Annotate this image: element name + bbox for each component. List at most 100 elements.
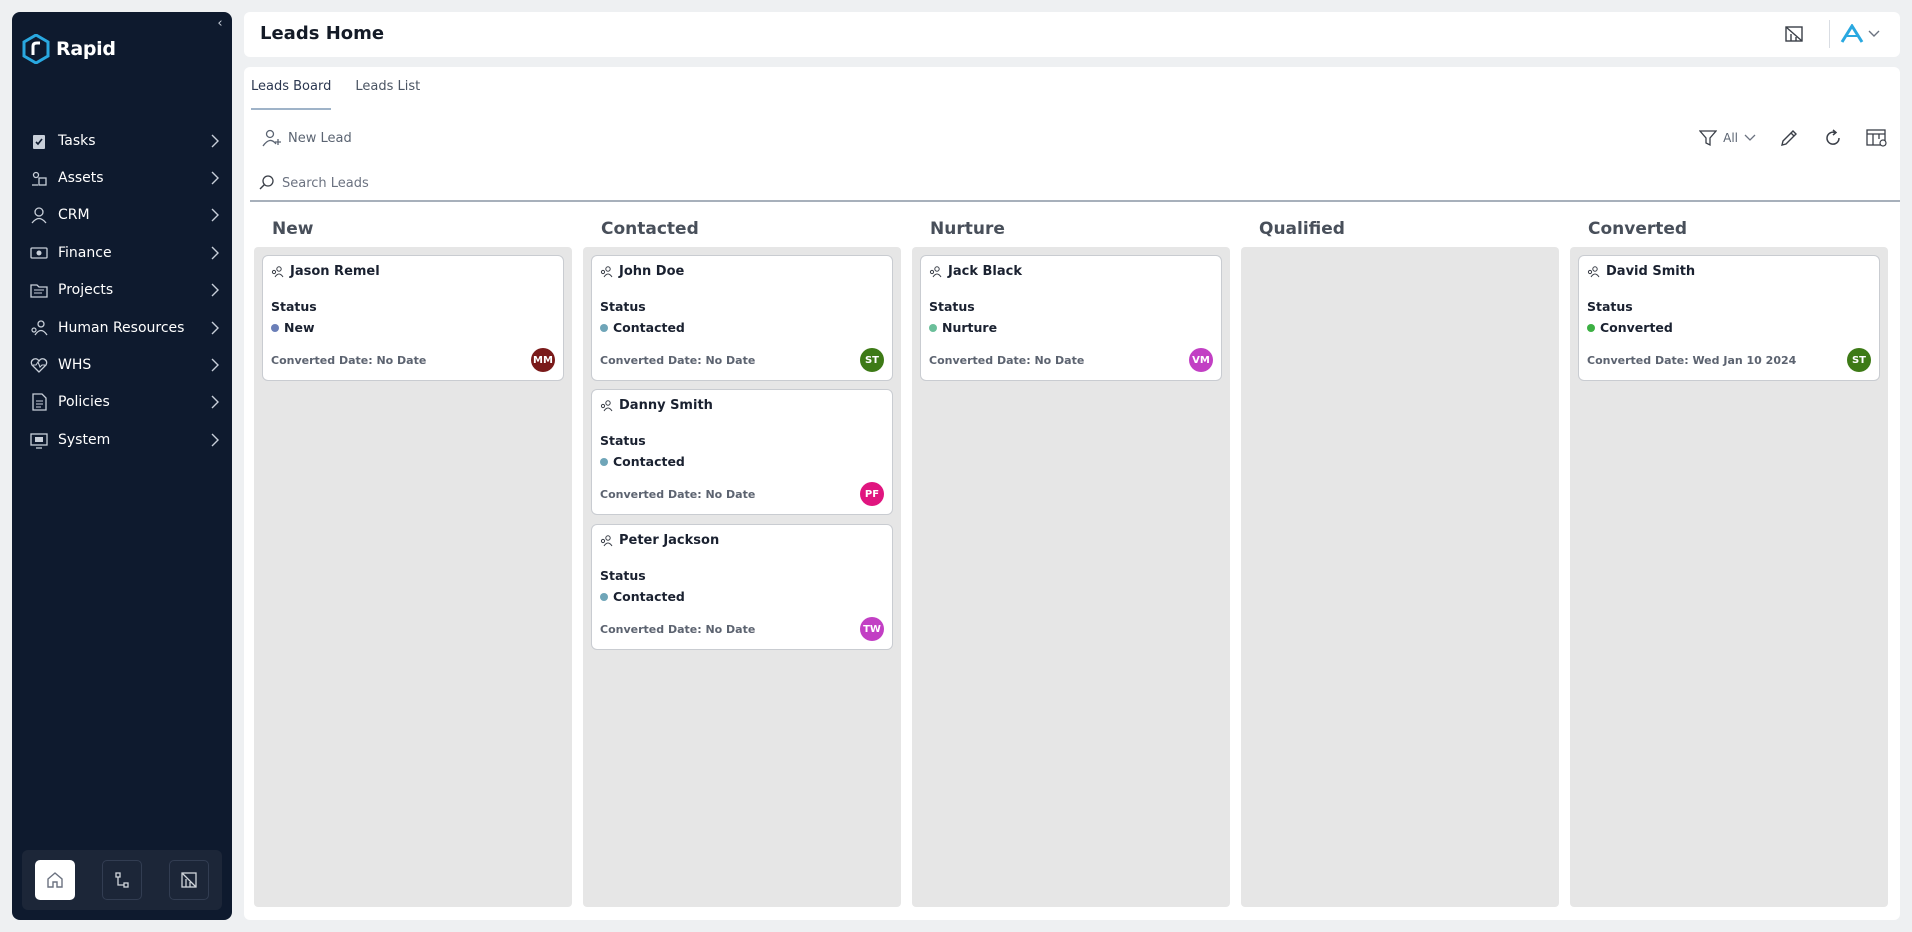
avatar[interactable]: MM (531, 348, 555, 372)
board-button[interactable] (168, 860, 209, 900)
status-badge: Nurture (929, 320, 997, 335)
chevron-right-icon (211, 433, 219, 447)
status-badge: Converted (1587, 320, 1673, 335)
chevron-down-icon (1868, 30, 1880, 37)
chevron-right-icon (211, 358, 219, 372)
column-title: New (272, 219, 314, 239)
main-panel: Leads Board Leads List New Lead All NewJ… (244, 67, 1900, 920)
lead-card[interactable]: Peter Jackson Status Contacted Converted Da… (591, 524, 893, 650)
home-icon (47, 872, 64, 888)
column-converted: Converted David Smith Status Converted Conve… (1570, 209, 1888, 907)
sidebar-item-policies[interactable]: Policies (12, 384, 232, 421)
card-header: John Doe (600, 264, 684, 279)
status-label: Status (929, 299, 975, 314)
lead-card[interactable]: Jack Black Status Nurture Converted Date: N… (920, 255, 1222, 381)
user-logo-icon (1840, 24, 1864, 43)
avatar[interactable]: PF (860, 482, 884, 506)
board-toolbar: All (1699, 127, 1888, 149)
status-dot (271, 323, 279, 332)
converted-date: Converted Date: No Date (600, 488, 756, 501)
status-badge: New (271, 320, 315, 335)
workflow-button[interactable] (101, 860, 142, 900)
lead-name[interactable]: David Smith (1606, 264, 1695, 279)
converted-date: Converted Date: No Date (600, 623, 756, 636)
lead-card[interactable]: John Doe Status Contacted Converted Date: N… (591, 255, 893, 381)
sidebar-item-label: System (58, 431, 111, 448)
column-body[interactable] (1241, 247, 1559, 907)
user-menu[interactable] (1840, 22, 1890, 46)
sidebar-item-human-resources[interactable]: Human Resources (12, 309, 232, 346)
column-body[interactable]: John Doe Status Contacted Converted Date: N… (583, 247, 901, 907)
avatar[interactable]: ST (860, 348, 884, 372)
sidebar-item-label: Finance (58, 244, 112, 261)
refresh-button[interactable] (1822, 127, 1844, 149)
sidebar-item-crm[interactable]: CRM (12, 197, 232, 234)
avatar[interactable]: VM (1189, 348, 1213, 372)
tab-leads-board[interactable]: Leads Board (251, 79, 332, 110)
logo[interactable]: Rapid (22, 34, 116, 64)
chevron-right-icon (211, 171, 219, 185)
status-value: Converted (1600, 320, 1673, 335)
document-icon (32, 393, 47, 412)
money-icon (30, 247, 48, 259)
converted-date: Converted Date: No Date (600, 354, 756, 367)
lead-card[interactable]: Danny Smith Status Contacted Converted Date… (591, 389, 893, 515)
chevron-right-icon (211, 208, 219, 222)
column-contacted: Contacted John Doe Status Contacted Converte… (583, 209, 901, 907)
status-label: Status (271, 299, 317, 314)
home-button[interactable] (35, 860, 76, 900)
lead-name[interactable]: John Doe (619, 264, 684, 279)
people-icon (31, 319, 48, 336)
lead-name[interactable]: Peter Jackson (619, 533, 719, 548)
sidebar-item-assets[interactable]: Assets (12, 159, 232, 196)
chevron-right-icon (211, 246, 219, 260)
workflow-icon (115, 872, 129, 888)
filter-dropdown[interactable]: All (1699, 129, 1756, 147)
sidebar-item-tasks[interactable]: Tasks (12, 122, 232, 159)
collapse-sidebar-icon[interactable]: ‹ (212, 16, 228, 32)
sidebar-item-projects[interactable]: Projects (12, 272, 232, 309)
status-dot (600, 592, 608, 601)
converted-date: Converted Date: No Date (271, 354, 427, 367)
status-badge: Contacted (600, 454, 685, 469)
lead-card[interactable]: David Smith Status Converted Converted Date… (1578, 255, 1880, 381)
tab-leads-list[interactable]: Leads List (355, 79, 420, 110)
card-header: Jason Remel (271, 264, 380, 279)
sidebar-item-system[interactable]: System (12, 421, 232, 458)
avatar[interactable]: TW (860, 617, 884, 641)
card-header: Jack Black (929, 264, 1022, 279)
lead-icon (271, 265, 284, 277)
column-body[interactable]: Jason Remel Status New Converted Date: No D… (254, 247, 572, 907)
sidebar-item-label: Tasks (58, 132, 96, 149)
avatar[interactable]: ST (1847, 348, 1871, 372)
status-dot (600, 457, 608, 466)
edit-button[interactable] (1778, 127, 1800, 149)
lead-card[interactable]: Jason Remel Status New Converted Date: No D… (262, 255, 564, 381)
column-settings-button[interactable] (1866, 127, 1888, 149)
sidebar-item-finance[interactable]: Finance (12, 234, 232, 271)
column-body[interactable]: David Smith Status Converted Converted Date… (1570, 247, 1888, 907)
new-lead-button[interactable]: New Lead (262, 129, 352, 147)
tab-bar: Leads Board Leads List (251, 79, 420, 110)
column-body[interactable]: Jack Black Status Nurture Converted Date: N… (912, 247, 1230, 907)
lead-name[interactable]: Jack Black (948, 264, 1022, 279)
column-qualified: Qualified (1241, 209, 1559, 907)
lead-name[interactable]: Jason Remel (290, 264, 380, 279)
status-value: Contacted (613, 589, 685, 604)
lead-name[interactable]: Danny Smith (619, 398, 713, 413)
lead-icon (600, 534, 613, 546)
add-user-icon (262, 129, 281, 147)
status-label: Status (600, 299, 646, 314)
search-input[interactable] (282, 175, 582, 191)
sidebar-item-label: Human Resources (58, 319, 185, 336)
lead-icon (600, 399, 613, 411)
heart-pulse-icon (30, 358, 48, 373)
sidebar-item-whs[interactable]: WHS (12, 346, 232, 383)
lead-icon (1587, 265, 1600, 277)
search-underline (250, 200, 1900, 202)
leads-board: New Jason Remel Status New Converted Date: N… (254, 209, 1900, 907)
header-board-button[interactable] (1784, 24, 1804, 44)
status-value: Contacted (613, 320, 685, 335)
app-name: Rapid (56, 38, 116, 60)
converted-date: Converted Date: Wed Jan 10 2024 (1587, 354, 1797, 367)
